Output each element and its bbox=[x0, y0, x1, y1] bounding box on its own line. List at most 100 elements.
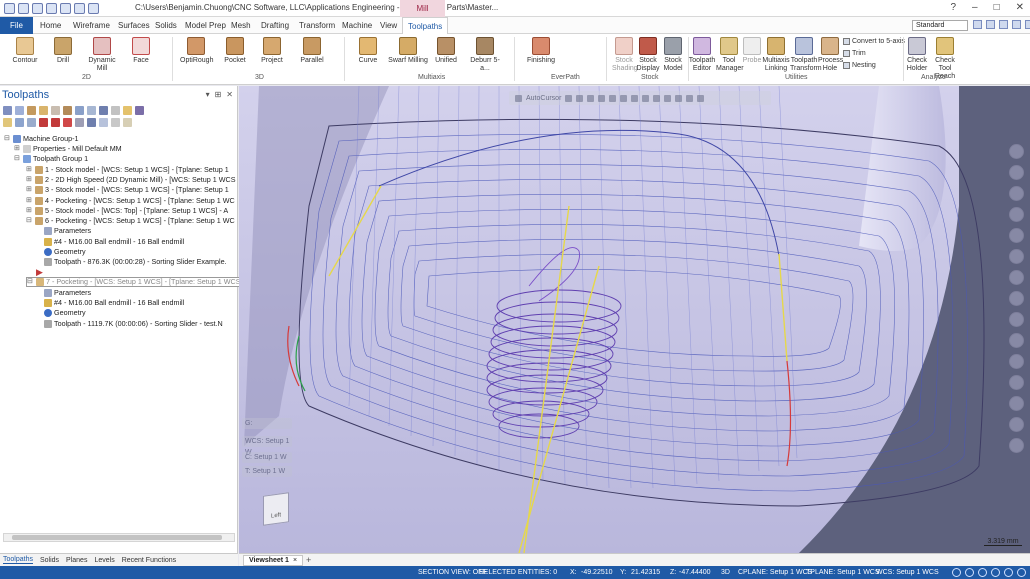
snap-icon[interactable] bbox=[565, 94, 573, 102]
hide-icon[interactable] bbox=[1009, 396, 1024, 411]
print-icon[interactable] bbox=[60, 2, 71, 14]
tab-view[interactable]: View bbox=[380, 17, 397, 34]
delete-icon[interactable] bbox=[111, 106, 120, 115]
clear-icon[interactable] bbox=[697, 94, 705, 102]
tab-planes-manager[interactable]: Planes bbox=[66, 557, 87, 564]
body-select-icon[interactable] bbox=[675, 94, 683, 102]
stock-shading-button[interactable]: Stock Shading bbox=[612, 37, 638, 73]
help-icon[interactable]: ? bbox=[950, 2, 956, 13]
viewsheet-tab[interactable]: Viewsheet 1 × bbox=[243, 555, 304, 566]
display-icon[interactable] bbox=[1017, 568, 1026, 577]
analyze-icon[interactable] bbox=[1009, 417, 1024, 432]
face-select-icon[interactable] bbox=[642, 94, 650, 102]
finishing-button[interactable]: Finishing bbox=[524, 37, 558, 65]
simulate-icon[interactable] bbox=[75, 106, 84, 115]
scroll-to-insert-icon[interactable] bbox=[75, 118, 84, 127]
tab-model-prep[interactable]: Model Prep bbox=[185, 17, 226, 34]
move-up-icon[interactable] bbox=[51, 118, 60, 127]
tab-transform[interactable]: Transform bbox=[299, 17, 335, 34]
filter-icon[interactable] bbox=[598, 94, 606, 102]
tree-op-7-tool[interactable]: #4 - M16.00 Ball endmill - 16 Ball endmi… bbox=[44, 298, 184, 308]
tree-properties[interactable]: ⊞ Properties - Mill Default MM bbox=[14, 144, 122, 154]
tree-op-7-geometry[interactable]: Geometry bbox=[44, 308, 86, 318]
stock-model-button[interactable]: Stock Model bbox=[660, 37, 686, 73]
tree-op-1[interactable]: ⊞ 1 - Stock model - [WCS: Setup 1 WCS] - … bbox=[26, 165, 229, 175]
pocket-button[interactable]: Pocket bbox=[222, 37, 248, 65]
shade-icon[interactable] bbox=[991, 568, 1000, 577]
show-selected-icon[interactable] bbox=[87, 118, 96, 127]
rotate-icon[interactable] bbox=[1009, 207, 1024, 222]
autocursor-icon[interactable] bbox=[515, 94, 522, 102]
tree-op-7-parameters[interactable]: Parameters bbox=[44, 288, 91, 298]
lock-toolpath-icon[interactable] bbox=[3, 118, 12, 127]
tree-toolpath-group[interactable]: ⊟ Toolpath Group 1 bbox=[14, 154, 88, 164]
zoom-out-icon[interactable] bbox=[1009, 165, 1024, 180]
viewsheet-close-icon[interactable]: × bbox=[293, 557, 297, 564]
sphere-icon[interactable] bbox=[978, 568, 987, 577]
window-select-icon[interactable] bbox=[620, 94, 628, 102]
edge-select-icon[interactable] bbox=[653, 94, 661, 102]
lock-icon[interactable] bbox=[123, 106, 132, 115]
unified-button[interactable]: Unified bbox=[432, 37, 460, 65]
trim-button[interactable]: Trim bbox=[843, 50, 866, 57]
parallel-button[interactable]: Parallel bbox=[298, 37, 326, 65]
undo-icon[interactable] bbox=[74, 2, 85, 14]
tab-solids[interactable]: Solids bbox=[155, 17, 177, 34]
stock-display-button[interactable]: Stock Display bbox=[636, 37, 660, 73]
gview-indicator[interactable]: G: bbox=[242, 418, 292, 429]
settings-icon[interactable] bbox=[1009, 438, 1024, 453]
post-icon[interactable] bbox=[87, 106, 96, 115]
drill-button[interactable]: Drill bbox=[50, 37, 76, 65]
save-as-icon[interactable] bbox=[46, 2, 57, 14]
tree-op-6-parameters[interactable]: Parameters bbox=[44, 226, 91, 236]
tplane-status[interactable]: TPLANE: Setup 1 WCS bbox=[806, 566, 880, 579]
view-cube[interactable]: Left bbox=[263, 492, 289, 526]
options-icon[interactable] bbox=[123, 118, 132, 127]
dynamic-mill-button[interactable]: Dynamic Mill bbox=[84, 37, 120, 73]
section-view-status[interactable]: SECTION VIEW: OFF bbox=[418, 566, 487, 579]
tree-op-7[interactable]: ⊟ 7 - Pocketing - [WCS: Setup 1 WCS] - [T… bbox=[26, 277, 246, 287]
scrollbar-thumb[interactable] bbox=[12, 535, 222, 540]
toggle-display-icon[interactable] bbox=[15, 118, 24, 127]
insert-arrow-icon[interactable]: ▶ bbox=[36, 267, 43, 277]
maximize-icon[interactable]: □ bbox=[994, 2, 1000, 13]
graphics-viewport[interactable]: AutoCursor G: WCS: Setup 1 W C: Setup 1 … bbox=[239, 86, 1030, 553]
tplane-indicator[interactable]: T: Setup 1 W bbox=[242, 466, 292, 477]
tab-recent-functions[interactable]: Recent Functions bbox=[122, 557, 176, 564]
tree-op-3[interactable]: ⊞ 3 - Stock model - [WCS: Setup 1 WCS] - … bbox=[26, 185, 229, 195]
mode-status[interactable]: 3D bbox=[721, 566, 730, 579]
tree-op-5[interactable]: ⊞ 5 - Stock model - [WCS: Top] - [Tplane:… bbox=[26, 206, 228, 216]
tab-solids-manager[interactable]: Solids bbox=[40, 557, 59, 564]
convert-to-5-axis-button[interactable]: Convert to 5-axis bbox=[843, 38, 905, 45]
select-icon[interactable] bbox=[587, 94, 595, 102]
wireframe-icon[interactable] bbox=[1009, 333, 1024, 348]
panel-horizontal-scrollbar[interactable] bbox=[3, 533, 235, 542]
feedback-icon[interactable] bbox=[999, 20, 1008, 29]
grid-icon[interactable] bbox=[576, 94, 584, 102]
contour-button[interactable]: Contour bbox=[10, 37, 40, 65]
tree-machine-group[interactable]: ⊟ Machine Group-1 bbox=[4, 134, 79, 144]
vertex-select-icon[interactable] bbox=[664, 94, 672, 102]
wcs-status[interactable]: WCS: Setup 1 WCS bbox=[876, 566, 939, 579]
tool-manager-button[interactable]: Tool Manager bbox=[716, 37, 744, 73]
add-viewsheet-icon[interactable]: + bbox=[306, 555, 311, 565]
mastercam-icon[interactable] bbox=[973, 20, 982, 29]
probe-button[interactable]: Probe bbox=[742, 37, 762, 65]
redo-icon[interactable] bbox=[88, 2, 99, 14]
pin-icon[interactable]: ▾ bbox=[206, 90, 210, 99]
shaded-icon[interactable] bbox=[1009, 312, 1024, 327]
zoom-in-icon[interactable] bbox=[1009, 144, 1024, 159]
help-icon[interactable] bbox=[135, 106, 144, 115]
section-icon[interactable] bbox=[1009, 354, 1024, 369]
process-hole-button[interactable]: Process Hole bbox=[818, 37, 843, 73]
fit-icon[interactable] bbox=[1009, 186, 1024, 201]
tab-toolpaths-manager[interactable]: Toolpaths bbox=[3, 556, 33, 564]
chain-icon[interactable] bbox=[609, 94, 617, 102]
insert-arrow-icon[interactable] bbox=[63, 118, 72, 127]
autocursor-label[interactable]: AutoCursor bbox=[526, 95, 561, 102]
optirough-button[interactable]: OptiRough bbox=[180, 37, 213, 65]
render-icon[interactable] bbox=[1004, 568, 1013, 577]
tab-wireframe[interactable]: Wireframe bbox=[73, 17, 110, 34]
regenerate-icon[interactable] bbox=[27, 106, 36, 115]
tree-op-6-tool[interactable]: #4 - M16.00 Ball endmill - 16 Ball endmi… bbox=[44, 237, 184, 247]
